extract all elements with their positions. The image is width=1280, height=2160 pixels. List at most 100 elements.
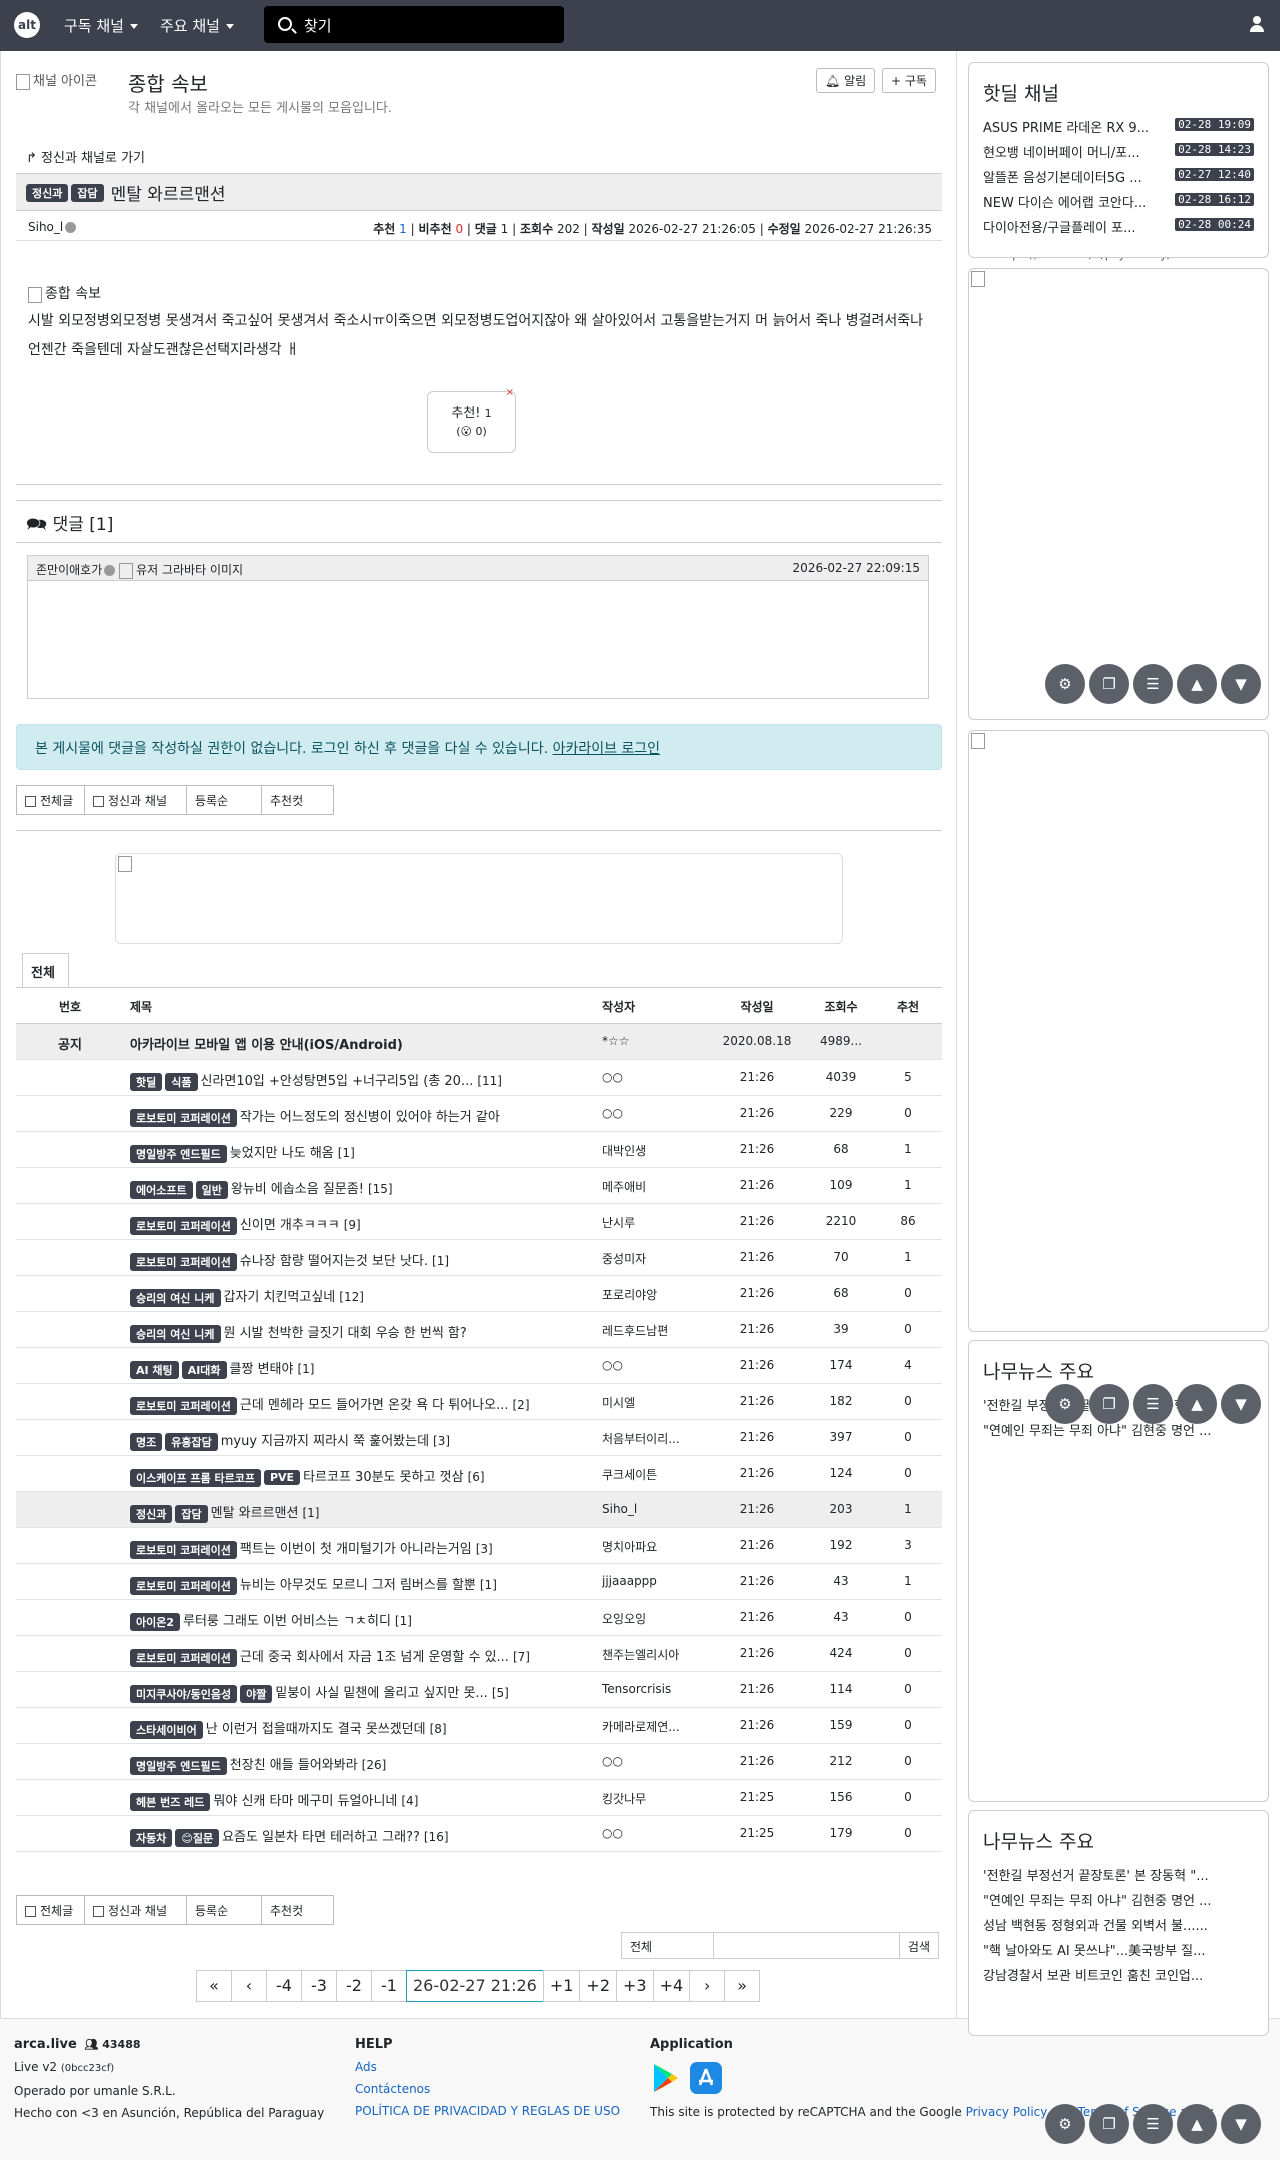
row-tag[interactable]: 일반 [195, 1180, 228, 1199]
table-row[interactable]: 아이온2 루터룽 그래도 이번 어비스는 ㄱㅊ히디 [1] 오잉오잉 21:26 43 0 [16, 1600, 942, 1636]
row-tag[interactable]: AI대화 [181, 1360, 227, 1379]
row-author[interactable]: ○○ [602, 1106, 702, 1120]
page-button[interactable]: -1 [371, 1970, 407, 2002]
arrow-down-icon[interactable]: ▼ [1221, 664, 1261, 704]
news-item[interactable]: 성남 백현동 정형외과 건물 외벽서 불...... [969, 1912, 1268, 1937]
page-button[interactable]: « [196, 1970, 232, 2002]
table-row[interactable]: 명일방주 엔드필드 늦었지만 나도 해옴 [1] 대박인생 21:26 68 1 [16, 1132, 942, 1168]
page-button[interactable]: -3 [301, 1970, 337, 2002]
row-author[interactable]: 중성미자 [602, 1250, 702, 1267]
subscribed-channels-dropdown[interactable]: 구독 채널 [64, 15, 138, 36]
login-link[interactable]: 아카라이브 로그인 [553, 741, 661, 757]
row-author[interactable]: 챈주는엘리시아 [602, 1646, 702, 1663]
page-button[interactable]: -4 [266, 1970, 302, 2002]
row-title[interactable]: 뭐야 신캐 타마 메구미 듀얼아니네 [213, 1794, 397, 1809]
goto-channel-link[interactable]: ↱ 정신과 채널로 가기 [26, 147, 145, 166]
row-tag[interactable]: 야짤 [240, 1684, 273, 1703]
row-tag[interactable]: 승리의 여신 니케 [130, 1324, 221, 1343]
copy-icon[interactable]: ❐ [1089, 1384, 1129, 1424]
row-author[interactable]: Tensorcrisis [602, 1682, 702, 1696]
row-title[interactable]: myuy 지금까지 찌라시 쭉 훑어봤는데 [221, 1434, 429, 1449]
main-channels-dropdown[interactable]: 주요 채널 [160, 15, 234, 36]
row-title[interactable]: 클짱 변태야 [230, 1362, 294, 1377]
hotdeal-item[interactable]: NEW 다이슨 에어랩 코안다... 02-28 16:12 [969, 189, 1268, 214]
row-author[interactable]: 미시엘 [602, 1394, 702, 1411]
row-tag[interactable]: 승리의 여신 니케 [130, 1288, 221, 1307]
table-row[interactable]: 로보토미 코퍼레이션 근데 멘헤라 모드 들어가면 온갖 욕 다 튀어나오...[… [16, 1384, 942, 1420]
row-tag[interactable]: 이스케이프 프롬 타르코프 [130, 1468, 261, 1487]
row-title[interactable]: 늦었지만 나도 해옴 [230, 1146, 334, 1161]
row-tag[interactable]: 로보토미 코퍼레이션 [130, 1648, 237, 1667]
gear-icon[interactable]: ⚙ [1045, 2104, 1085, 2144]
alarm-button[interactable]: 🔔︎ 알림 [816, 68, 876, 93]
row-tag[interactable]: 아이온2 [130, 1612, 181, 1631]
page-button[interactable]: -2 [336, 1970, 372, 2002]
row-tag[interactable]: 식품 [165, 1072, 198, 1091]
table-row[interactable]: 로보토미 코퍼레이션 슈나장 함량 떨어지는것 보단 낫다. [1] 중성미자 21:2… [16, 1240, 942, 1276]
row-title[interactable]: 뭔 시발 천박한 글짓기 대회 우승 한 번씩 함? [224, 1326, 467, 1341]
row-author[interactable]: 난시루 [602, 1214, 702, 1231]
table-row[interactable]: 헤븐 번즈 레드 뭐야 신캐 타마 메구미 듀얼아니네 [4] 킹갓나무 21:25 15… [16, 1780, 942, 1816]
news-item[interactable]: '전한길 부정선거 끝장토론' 본 장동혁 "... [969, 1862, 1268, 1887]
row-title[interactable]: 밑붕이 사실 밑챈에 올리고 싶지만 못... [275, 1686, 487, 1701]
hotdeal-item[interactable]: 현오뱅 네이버페이 머니/포... 02-28 14:23 [969, 139, 1268, 164]
ads-link[interactable]: Ads [355, 2056, 620, 2078]
tab-all[interactable]: 전체글 [16, 1895, 85, 1925]
arrow-down-icon[interactable]: ▼ [1221, 2104, 1261, 2144]
tab-order[interactable]: 등록순 [186, 785, 262, 815]
row-author[interactable]: 쿠크세이튼 [602, 1466, 702, 1483]
row-tag[interactable]: 미지쿠사야/동인음성 [130, 1684, 238, 1703]
row-title[interactable]: 슈나장 함량 떨어지는것 보단 낫다. [240, 1254, 428, 1269]
row-tag[interactable]: 로보토미 코퍼레이션 [130, 1216, 237, 1235]
row-title[interactable]: 근데 멘헤라 모드 들어가면 온갖 욕 다 튀어나오... [240, 1398, 509, 1413]
row-author[interactable]: 명치아파요 [602, 1538, 702, 1555]
copy-icon[interactable]: ❐ [1089, 2104, 1129, 2144]
search-scope-select[interactable]: 전체 [622, 1933, 714, 1958]
row-author[interactable]: 메주애비 [602, 1178, 702, 1195]
table-row[interactable]: 에어소프트 일반 왕뉴비 에솝소음 질문좀! [15] 메주애비 21:26 109 1 [16, 1168, 942, 1204]
arrow-up-icon[interactable]: ▲ [1177, 664, 1217, 704]
table-row[interactable]: 이스케이프 프롬 타르코프 PVE 타르코프 30분도 못하고 껏삼 [6] 쿠크세이튼… [16, 1456, 942, 1492]
row-title[interactable]: 신라면10입 +안성탕면5입 +너구리5입 (총 20... [201, 1074, 474, 1089]
row-title[interactable]: 작가는 어느정도의 정신병이 있어야 하는거 같아 [240, 1110, 500, 1125]
tab-list-all[interactable]: 전체 [22, 953, 69, 987]
article-subcategory-tag[interactable]: 잡담 [71, 183, 104, 202]
search-input[interactable]: 찾기 [264, 6, 564, 43]
row-title[interactable]: 왕뉴비 에솝소음 질문좀! [231, 1182, 364, 1197]
table-row[interactable]: 로보토미 코퍼레이션 근데 중국 회사에서 자금 1조 넘게 운영할 수 있...… [16, 1636, 942, 1672]
row-tag[interactable]: 잡담 [175, 1504, 208, 1523]
row-tag[interactable]: 명조 [130, 1432, 163, 1451]
table-row[interactable]: 명일방주 엔드필드 천장친 애들 들어와봐라 [26] ○○ 21:26 212 0 [16, 1744, 942, 1780]
row-author[interactable]: 카메라로제연... [602, 1718, 702, 1735]
row-tag[interactable]: 로보토미 코퍼레이션 [130, 1576, 237, 1595]
row-tag[interactable]: 로보토미 코퍼레이션 [130, 1396, 237, 1415]
table-row[interactable]: 로보토미 코퍼레이션 작가는 어느정도의 정신병이 있어야 하는거 같아 ○○ 21:… [16, 1096, 942, 1132]
arca-logo-icon[interactable]: alt [14, 12, 40, 38]
row-tag[interactable]: 헤븐 번즈 레드 [130, 1792, 211, 1811]
page-button[interactable]: ‹ [231, 1970, 267, 2002]
app-store-icon[interactable] [690, 2062, 722, 2094]
page-button[interactable]: 26-02-27 21:26 [406, 1970, 544, 2002]
row-author[interactable]: ○○ [602, 1754, 702, 1768]
table-row[interactable]: 명조 유흥잡담 myuy 지금까지 찌라시 쭉 훑어봤는데 [3] 처음부터이리... 2… [16, 1420, 942, 1456]
row-title[interactable]: 요즘도 일본차 타면 테러하고 그래?? [222, 1830, 420, 1845]
row-tag[interactable]: 로보토미 코퍼레이션 [130, 1540, 237, 1559]
table-row[interactable]: 스타세이비어 난 이런거 접을때까지도 결국 못쓰겠던데 [8] 카메라로제연... 2… [16, 1708, 942, 1744]
row-tag[interactable]: 로보토미 코퍼레이션 [130, 1108, 237, 1127]
row-author[interactable]: 킹갓나무 [602, 1790, 702, 1807]
row-tag[interactable]: PVE [263, 1470, 301, 1485]
google-play-icon[interactable] [650, 2062, 682, 2094]
row-title[interactable]: 천장친 애들 들어와봐라 [230, 1758, 358, 1773]
row-author[interactable]: ○○ [602, 1070, 702, 1084]
news-item[interactable]: "핵 날아와도 AI 못쓰냐"...美국방부 질... [969, 1937, 1268, 1962]
gear-icon[interactable]: ⚙ [1045, 664, 1085, 704]
subscribe-button[interactable]: + 구독 [882, 68, 936, 93]
policy-link[interactable]: POLÍTICA DE PRIVACIDAD Y REGLAS DE USO [355, 2100, 620, 2122]
page-button[interactable]: » [724, 1970, 761, 2002]
page-button[interactable]: +2 [579, 1970, 618, 2002]
table-row[interactable]: 핫딜 식품 신라면10입 +안성탕면5입 +너구리5입 (총 20... [11] ○○… [16, 1060, 942, 1096]
news-item[interactable]: 강남경찰서 보관 비트코인 훔친 코인업... [969, 1962, 1268, 1987]
list-icon[interactable]: ☰ [1133, 664, 1173, 704]
row-title[interactable]: 뉴비는 아무것도 모르니 그저 림버스를 할뿐 [240, 1578, 476, 1593]
row-author[interactable]: 레드후드남편 [602, 1322, 702, 1339]
